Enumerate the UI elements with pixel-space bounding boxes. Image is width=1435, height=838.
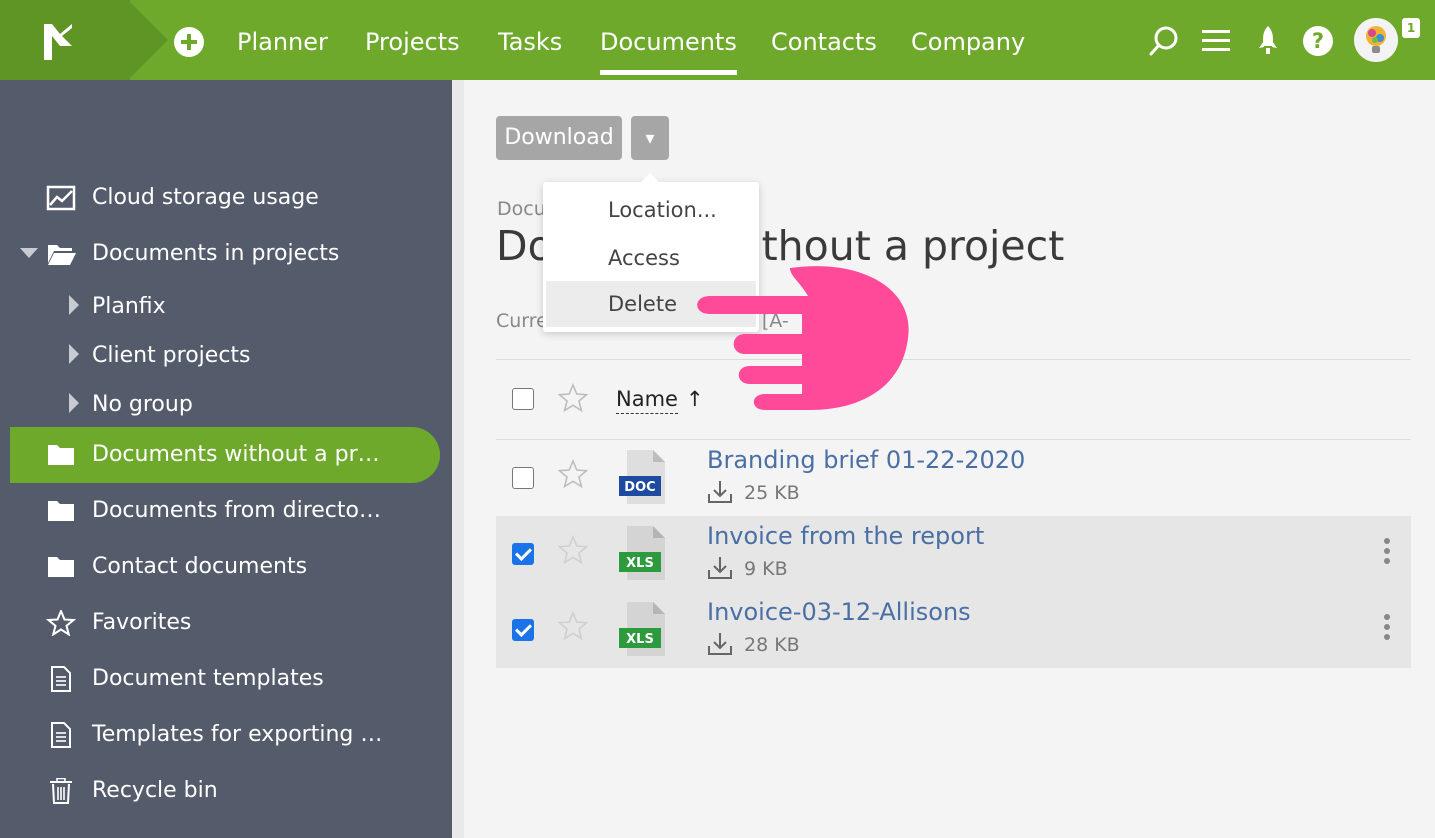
document-icon <box>51 666 71 692</box>
xls-file-icon: XLS <box>619 602 665 656</box>
nav-projects[interactable]: Projects <box>365 24 460 60</box>
chevron-right-icon[interactable] <box>68 343 80 365</box>
sidebar-item-documents-in-projects[interactable]: Documents in projects <box>10 226 440 282</box>
star-icon[interactable] <box>558 383 588 413</box>
help-icon[interactable]: ? <box>1303 26 1333 56</box>
sidebar-item-label: Document templates <box>92 666 324 691</box>
search-icon[interactable] <box>1148 24 1182 58</box>
file-size: 9 KB <box>744 558 788 580</box>
select-all-checkbox[interactable] <box>512 388 534 410</box>
star-icon <box>46 610 76 636</box>
add-icon[interactable] <box>174 27 204 57</box>
chevron-right-icon[interactable] <box>68 392 80 414</box>
sidebar-item-label: Recycle bin <box>92 778 218 803</box>
table-row[interactable]: XLS Invoice-03-12-Allisons 28 KB <box>496 592 1411 668</box>
table-row[interactable]: DOC Branding brief 01-22-2020 25 KB <box>496 440 1411 516</box>
download-button[interactable]: Download <box>496 116 622 160</box>
divider <box>496 359 1411 360</box>
menu-item-location[interactable]: Location... <box>546 187 756 233</box>
menu-icon[interactable] <box>1199 24 1233 58</box>
sidebar-item-label: Planfix <box>92 294 166 319</box>
chevron-down-icon[interactable] <box>20 246 38 260</box>
star-icon[interactable] <box>558 459 588 489</box>
file-name-link[interactable]: Invoice from the report <box>707 522 984 550</box>
sidebar-item-label: Cloud storage usage <box>92 185 319 210</box>
row-menu-icon[interactable] <box>1382 538 1392 568</box>
download-icon[interactable] <box>706 554 734 582</box>
row-checkbox[interactable] <box>512 467 534 489</box>
folder-icon <box>48 557 74 577</box>
logo-arrow-shape <box>128 0 168 80</box>
sidebar-item-label: Templates for exporting … <box>92 722 383 747</box>
download-icon[interactable] <box>706 478 734 506</box>
nav-company[interactable]: Company <box>911 24 1025 60</box>
table-row[interactable]: XLS Invoice from the report 9 KB <box>496 516 1411 592</box>
nav-documents[interactable]: Documents <box>600 24 737 75</box>
download-icon[interactable] <box>706 630 734 658</box>
rocket-icon[interactable] <box>1251 24 1285 58</box>
sidebar-item-document-templates[interactable]: Document templates <box>10 651 440 707</box>
sidebar-item-favorites[interactable]: Favorites <box>10 595 440 651</box>
current-label-text: Curre <box>496 310 548 332</box>
sidebar-item-label: Favorites <box>92 610 192 635</box>
nav-planner[interactable]: Planner <box>237 24 328 60</box>
avatar[interactable] <box>1354 18 1398 62</box>
sidebar-item-label: Client projects <box>92 343 251 368</box>
sidebar-item-label: No group <box>92 392 193 417</box>
notification-badge[interactable]: 1 <box>1402 18 1420 38</box>
sidebar-item-contact-documents[interactable]: Contact documents <box>10 539 440 595</box>
file-name-link[interactable]: Invoice-03-12-Allisons <box>707 598 971 626</box>
sidebar-item-label: Contact documents <box>92 554 308 579</box>
breadcrumb[interactable]: Docu <box>497 198 546 220</box>
trash-icon <box>50 778 72 804</box>
sidebar-item-label: Documents from directo… <box>92 498 381 523</box>
doc-file-icon: DOC <box>619 450 665 504</box>
file-size: 28 KB <box>744 634 800 656</box>
xls-file-icon: XLS <box>619 526 665 580</box>
document-icon <box>51 722 71 748</box>
sidebar-item-planfix[interactable]: Planfix <box>10 279 440 335</box>
file-type-label: XLS <box>626 556 654 571</box>
nav-tasks[interactable]: Tasks <box>498 24 562 60</box>
sidebar-item-recycle-bin[interactable]: Recycle bin <box>10 763 440 819</box>
star-icon[interactable] <box>558 611 588 641</box>
file-name-link[interactable]: Branding brief 01-22-2020 <box>707 446 1025 474</box>
more-actions-button[interactable]: ▾ <box>631 116 669 160</box>
folder-icon <box>48 501 74 521</box>
chevron-right-icon[interactable] <box>68 294 80 316</box>
sidebar-item-no-group[interactable]: No group <box>10 377 440 433</box>
row-checkbox[interactable] <box>512 619 534 641</box>
nav-contacts[interactable]: Contacts <box>771 24 877 60</box>
folder-open-icon <box>48 245 76 265</box>
sidebar-item-label: Documents without a pr… <box>92 442 380 467</box>
file-size: 25 KB <box>744 482 800 504</box>
file-type-label: XLS <box>626 632 654 647</box>
top-navigation-bar: Planner Projects Tasks Documents Contact… <box>0 0 1435 80</box>
sidebar-item-documents-from-directories[interactable]: Documents from directo… <box>10 483 440 539</box>
file-type-label: DOC <box>624 480 655 495</box>
row-menu-icon[interactable] <box>1382 614 1392 644</box>
sidebar-item-client-projects[interactable]: Client projects <box>10 328 440 384</box>
sidebar-item-cloud-storage[interactable]: Cloud storage usage <box>10 170 440 226</box>
chart-icon <box>46 185 76 211</box>
sidebar-item-documents-without-project[interactable]: Documents without a pr… <box>10 427 440 483</box>
sidebar-item-label: Documents in projects <box>92 241 340 266</box>
row-checkbox[interactable] <box>512 543 534 565</box>
sidebar-divider <box>452 80 464 838</box>
folder-icon <box>48 445 74 465</box>
logo-flag-icon[interactable] <box>40 22 76 62</box>
star-icon[interactable] <box>558 535 588 565</box>
pointing-hand-icon <box>697 266 909 410</box>
name-column-header[interactable]: Name <box>616 385 678 414</box>
sidebar-item-templates-for-exporting[interactable]: Templates for exporting … <box>10 707 440 763</box>
